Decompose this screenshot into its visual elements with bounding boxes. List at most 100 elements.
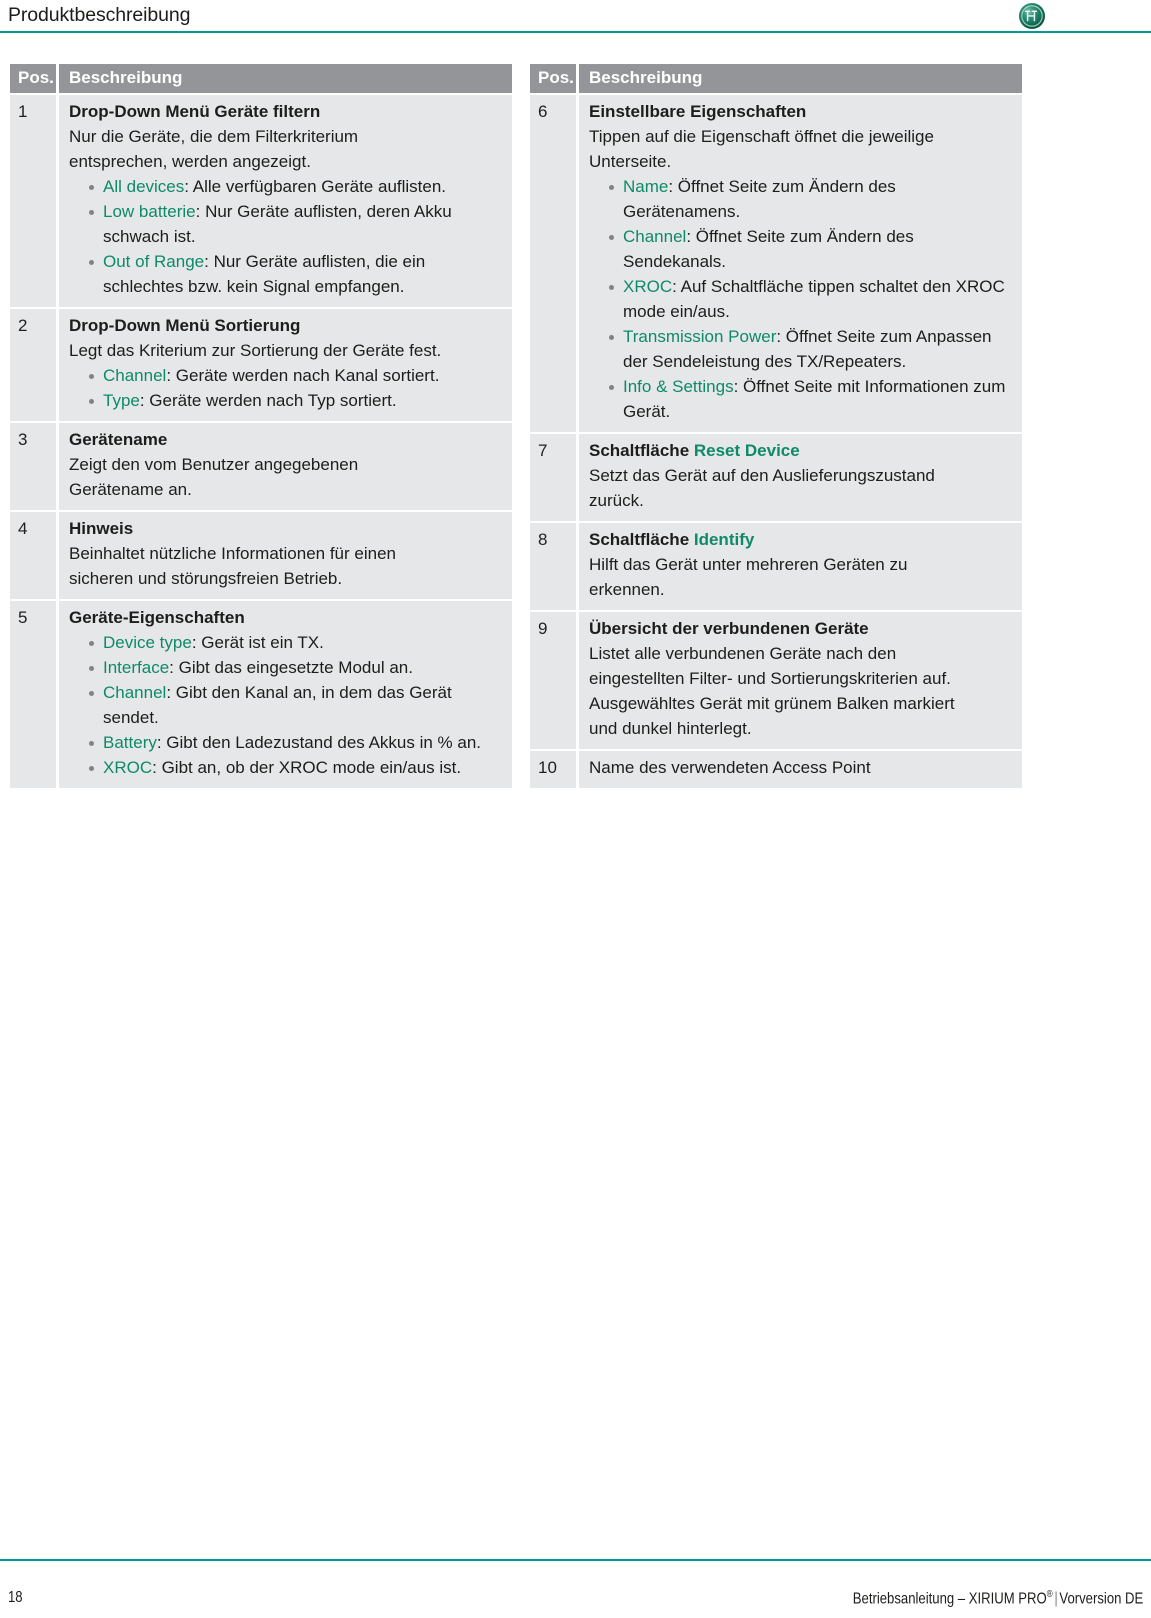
- ui-term: XROC: [103, 758, 153, 777]
- ui-term: Type: [103, 391, 140, 410]
- list-item: Channel: Geräte werden nach Kanal sortie…: [89, 363, 504, 388]
- page-number: 18: [8, 1589, 23, 1606]
- table-header-row: Pos. Beschreibung: [530, 64, 1022, 93]
- row-intro-line: Zeigt den vom Benutzer angegebenen: [69, 455, 359, 474]
- row-description: Drop-Down Menü Sortierung Legt das Krite…: [59, 309, 512, 421]
- table-row: 7 Schaltfläche Reset Device Setzt das Ge…: [530, 434, 1022, 521]
- row-pos: 4: [10, 512, 56, 599]
- row-bullet-list: Device type: Gerät ist ein TX. Interface…: [69, 630, 504, 780]
- row-title: Übersicht der verbundenen Geräte: [589, 619, 869, 638]
- list-item: Out of Range: Nur Geräte auflisten, die …: [89, 249, 504, 299]
- xirium-pro-logo-icon: [1018, 2, 1046, 30]
- row-intro-line: sicheren und störungsfreien Betrieb.: [69, 569, 343, 588]
- row-title-prefix: Schaltfläche: [589, 530, 694, 549]
- row-intro-line: Gerätename an.: [69, 480, 192, 499]
- ui-term: Device type: [103, 633, 192, 652]
- row-intro-line: Unterseite.: [589, 152, 672, 171]
- row-title-prefix: Schaltfläche: [589, 441, 694, 460]
- ui-term: Channel: [103, 366, 167, 385]
- row-intro-line: eingestellten Filter- und Sortierungskri…: [589, 669, 951, 688]
- row-title: Schaltfläche Reset Device: [589, 438, 1014, 463]
- table-row: 5 Geräte-Eigenschaften Device type: Gerä…: [10, 601, 512, 788]
- ui-term: Interface: [103, 658, 170, 677]
- row-pos: 3: [10, 423, 56, 510]
- list-item: Type: Geräte werden nach Typ sortiert.: [89, 388, 504, 413]
- row-title: Schaltfläche Identify: [589, 527, 1014, 552]
- list-item: Info & Settings: Öffnet Seite mit Inform…: [609, 374, 1014, 424]
- row-pos: 1: [10, 95, 56, 307]
- row-title: Hinweis: [69, 519, 134, 538]
- ui-term: Battery: [103, 733, 157, 752]
- row-pos: 7: [530, 434, 576, 521]
- row-pos: 9: [530, 612, 576, 749]
- ui-term: Info & Settings: [623, 377, 734, 396]
- table-row: 1 Drop-Down Menü Geräte filtern Nur die …: [10, 95, 512, 307]
- row-description: Einstellbare Eigenschaften Tippen auf di…: [579, 95, 1022, 432]
- row-description: Schaltfläche Reset Device Setzt das Gerä…: [579, 434, 1022, 521]
- row-pos: 6: [530, 95, 576, 432]
- row-bullet-list: Name: Öffnet Seite zum Ändern des Geräte…: [589, 174, 1014, 424]
- list-item: Channel: Gibt den Kanal an, in dem das G…: [89, 680, 504, 730]
- row-description: Drop-Down Menü Geräte filtern Nur die Ge…: [59, 95, 512, 307]
- description-table-right: Pos. Beschreibung 6 Einstellbare Eigensc…: [530, 64, 1022, 790]
- row-description: Schaltfläche Identify Hilft das Gerät un…: [579, 523, 1022, 610]
- list-item-text: : Geräte werden nach Kanal sortiert.: [166, 366, 440, 385]
- row-title: Gerätename: [69, 430, 168, 449]
- list-item: Transmission Power: Öffnet Seite zum Anp…: [609, 324, 1014, 374]
- row-intro-line: Beinhaltet nützliche Informationen für e…: [69, 544, 396, 563]
- row-description: Übersicht der verbundenen Geräte Listet …: [579, 612, 1022, 749]
- column-header-beschreibung: Beschreibung: [59, 64, 512, 93]
- row-intro-line: Tippen auf die Eigenschaft öffnet die je…: [589, 127, 934, 146]
- list-item-text: : Alle verfügbaren Geräte auflisten.: [184, 177, 447, 196]
- registered-mark: ®: [1046, 1589, 1053, 1600]
- row-intro-line: und dunkel hinterlegt.: [589, 719, 752, 738]
- table-row: 8 Schaltfläche Identify Hilft das Gerät …: [530, 523, 1022, 610]
- ui-term-button: Identify: [693, 530, 755, 549]
- list-item: All devices: Alle verfügbaren Geräte auf…: [89, 174, 504, 199]
- list-item: Battery: Gibt den Ladezustand des Akkus …: [89, 730, 504, 755]
- table-row: 6 Einstellbare Eigenschaften Tippen auf …: [530, 95, 1022, 432]
- list-item: XROC: Auf Schaltfläche tippen schaltet d…: [609, 274, 1014, 324]
- footer-separator: |: [1054, 1590, 1058, 1608]
- row-pos: 8: [530, 523, 576, 610]
- table-row: 3 Gerätename Zeigt den vom Benutzer ange…: [10, 423, 512, 510]
- footer-doc-info: Betriebsanleitung – XIRIUM PRO® | Vorversi…: [852, 1589, 1143, 1608]
- list-item: XROC: Gibt an, ob der XROC mode ein/aus …: [89, 755, 504, 780]
- table-row: 10 Name des verwendeten Access Point: [530, 751, 1022, 788]
- ui-term: XROC: [623, 277, 673, 296]
- ui-term: Name: [623, 177, 669, 196]
- ui-term: Out of Range: [103, 252, 205, 271]
- row-title: Drop-Down Menü Geräte filtern: [69, 102, 321, 121]
- list-item: Device type: Gerät ist ein TX.: [89, 630, 504, 655]
- row-title: Einstellbare Eigenschaften: [589, 102, 807, 121]
- row-title: Geräte-Eigenschaften: [69, 608, 245, 627]
- list-item-text: : Gibt an, ob der XROC mode ein/aus ist.: [152, 758, 462, 777]
- ui-term: Transmission Power: [623, 327, 777, 346]
- row-intro-line: zurück.: [589, 491, 644, 510]
- column-header-pos: Pos.: [530, 64, 576, 93]
- list-item-text: : Geräte werden nach Typ sortiert.: [139, 391, 397, 410]
- column-header-beschreibung: Beschreibung: [579, 64, 1022, 93]
- table-header-row: Pos. Beschreibung: [10, 64, 512, 93]
- list-item-text: : Gibt das eingesetzte Modul an.: [169, 658, 413, 677]
- list-item: Name: Öffnet Seite zum Ändern des Geräte…: [609, 174, 1014, 224]
- row-bullet-list: Channel: Geräte werden nach Kanal sortie…: [69, 363, 504, 413]
- row-pos: 5: [10, 601, 56, 788]
- list-item-text: : Gibt den Ladezustand des Akkus in % an…: [156, 733, 482, 752]
- row-pos: 2: [10, 309, 56, 421]
- ui-term: Low batterie: [103, 202, 196, 221]
- ui-term: Channel: [103, 683, 167, 702]
- row-intro-line: Setzt das Gerät auf den Auslieferungszus…: [589, 466, 935, 485]
- running-head-title: Produktbeschreibung: [8, 4, 191, 26]
- footer-doc-version: Vorversion DE: [1059, 1590, 1143, 1608]
- table-row: 2 Drop-Down Menü Sortierung Legt das Kri…: [10, 309, 512, 421]
- row-pos: 10: [530, 751, 576, 788]
- header-rule: [0, 31, 1151, 33]
- row-intro-line: erkennen.: [589, 580, 665, 599]
- table-row: 9 Übersicht der verbundenen Geräte Liste…: [530, 612, 1022, 749]
- row-intro-line: Name des verwendeten Access Point: [589, 758, 871, 777]
- running-head: Produktbeschreibung: [0, 0, 1151, 34]
- list-item-text: : Auf Schaltfläche tippen schaltet den X…: [623, 277, 1005, 321]
- list-item: Channel: Öffnet Seite zum Ändern des Sen…: [609, 224, 1014, 274]
- row-description: Gerätename Zeigt den vom Benutzer angege…: [59, 423, 512, 510]
